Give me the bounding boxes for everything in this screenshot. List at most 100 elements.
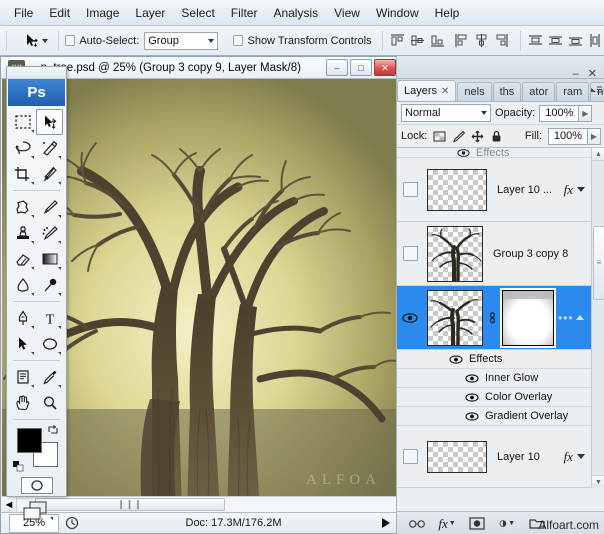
slice-tool-button[interactable] [36,161,63,187]
eye-icon[interactable] [465,411,479,422]
tab-channels[interactable]: nels [457,82,492,101]
menu-item-image[interactable]: Image [78,3,127,23]
menu-item-filter[interactable]: Filter [223,3,266,23]
layer-name[interactable]: Layer 10 [491,451,564,463]
chevron-down-icon[interactable] [577,454,585,459]
zoom-tool-button[interactable] [36,390,63,416]
distribute-top-edges-icon[interactable] [527,32,544,49]
menu-item-file[interactable]: File [6,3,41,23]
layer-row[interactable]: Layer 10 ... fx [397,158,591,222]
fill-value[interactable]: 100% [548,127,588,145]
scroll-up-arrow-icon[interactable]: ▲ [592,148,604,161]
show-transform-controls-checkbox[interactable] [233,35,244,46]
menu-item-layer[interactable]: Layer [127,3,173,23]
quick-mask-button[interactable] [20,477,53,494]
menu-item-view[interactable]: View [326,3,368,23]
swap-colors-icon[interactable] [47,424,59,439]
new-adjustment-layer-button[interactable]: ▼ [499,516,515,532]
layer-mask-thumbnail[interactable] [500,287,556,348]
dodge-tool-button[interactable] [36,272,63,298]
vscroll-thumb[interactable]: ≡ [593,226,604,300]
tab-layers[interactable]: Layers ✕ [397,80,457,101]
path-selection-tool-button[interactable] [9,331,36,357]
tool-preset-chevron-down-icon[interactable] [41,38,48,43]
brush-tool-button[interactable] [36,194,63,220]
foreground-color-swatch[interactable] [17,428,42,453]
eye-icon-off[interactable] [402,246,418,261]
fill-slider-arrow-icon[interactable]: ▶ [588,127,601,145]
panel-menu-icon[interactable] [590,83,603,99]
align-left-edges-icon[interactable] [453,32,470,49]
move-tool-button[interactable] [36,109,63,135]
layer-thumbnail-cell[interactable] [423,287,558,349]
lock-all-icon[interactable] [490,130,503,143]
scroll-down-arrow-icon[interactable]: ▼ [592,475,604,488]
hscroll-track[interactable]: ❙❙❙ [17,497,397,512]
layer-name[interactable]: Group 3 copy 8 [487,248,591,260]
close-button[interactable]: ✕ [374,59,396,76]
hand-tool-button[interactable] [9,390,36,416]
eye-icon[interactable] [457,148,470,158]
eye-icon[interactable] [449,354,463,365]
tab-histogram[interactable]: ram [556,82,590,101]
tab-paths[interactable]: ths [492,82,522,101]
layer-thumbnail-cell[interactable] [423,438,491,476]
layer-visibility-toggle[interactable] [397,246,423,261]
layer-name[interactable]: Layer 10 ... [491,184,564,196]
layer-row[interactable]: Layer 10 fx [397,426,591,488]
layer-row-partial-top[interactable]: Effects [397,148,591,158]
effect-row-inner-glow[interactable]: Inner Glow [397,369,591,388]
eye-icon[interactable] [465,373,479,384]
current-tool-button[interactable] [21,31,52,50]
layer-thumbnail[interactable] [427,168,487,211]
minimize-button[interactable]: – [326,59,348,76]
fill-control[interactable]: 100% ▶ [548,127,601,145]
link-layers-button[interactable] [409,516,425,532]
blur-tool-button[interactable] [9,272,36,298]
align-right-edges-icon[interactable] [493,32,510,49]
layers-list[interactable]: Effects Layer 10 ... fx Group 3 copy 8 •… [397,148,591,488]
effect-row-color-overlay[interactable]: Color Overlay [397,388,591,407]
menu-item-analysis[interactable]: Analysis [265,3,326,23]
maximize-button[interactable]: □ [350,59,372,76]
opacity-slider-arrow-icon[interactable]: ▶ [579,104,593,122]
auto-select-checkbox[interactable] [64,35,76,46]
lock-transparent-pixels-icon[interactable] [433,130,446,143]
eye-icon-off[interactable] [402,449,418,464]
lock-position-icon[interactable] [471,130,484,143]
link-mask-icon[interactable] [487,311,498,324]
clone-stamp-tool-button[interactable] [9,220,36,246]
align-bottom-edges-icon[interactable] [429,32,446,49]
align-top-edges-icon[interactable] [389,32,406,49]
gradient-tool-button[interactable] [36,246,63,272]
distribute-left-edges-icon[interactable] [587,32,604,49]
lock-image-pixels-icon[interactable] [452,130,466,143]
eye-icon-off[interactable] [402,182,418,197]
layers-vertical-scrollbar[interactable]: ▲ ≡ ▼ [591,148,604,488]
blend-mode-dropdown[interactable]: Normal [401,104,491,122]
distribute-vertical-centers-icon[interactable] [547,32,564,49]
close-icon[interactable]: ✕ [441,86,449,97]
effects-group-row[interactable]: Effects [397,350,591,369]
ellipse-shape-tool-button[interactable] [36,331,63,357]
layer-style-fx-icon[interactable]: fx [564,449,575,465]
align-vertical-centers-icon[interactable] [409,32,426,49]
layer-visibility-toggle[interactable] [397,182,423,197]
layer-thumbnail-cell[interactable] [423,166,491,214]
chevron-down-icon[interactable] [577,187,585,192]
layer-thumbnail[interactable] [427,289,483,346]
layer-style-fx-icon[interactable]: fx [564,182,575,198]
eye-icon[interactable] [402,312,418,324]
add-layer-style-button[interactable]: fx ▼ [438,516,455,532]
pen-tool-button[interactable] [9,305,36,331]
layer-row[interactable]: Group 3 copy 8 [397,222,591,286]
play-arrow-icon[interactable] [382,518,390,528]
layer-row-selected[interactable]: ••• [397,286,591,350]
layer-thumbnail[interactable] [427,440,487,473]
tools-palette-drag-handle[interactable] [7,67,66,79]
eraser-tool-button[interactable] [9,246,36,272]
lasso-tool-button[interactable] [9,135,36,161]
tab-navigator[interactable]: ator [522,82,556,101]
align-horizontal-centers-icon[interactable] [473,32,490,49]
opacity-control[interactable]: 100% ▶ [539,104,593,122]
